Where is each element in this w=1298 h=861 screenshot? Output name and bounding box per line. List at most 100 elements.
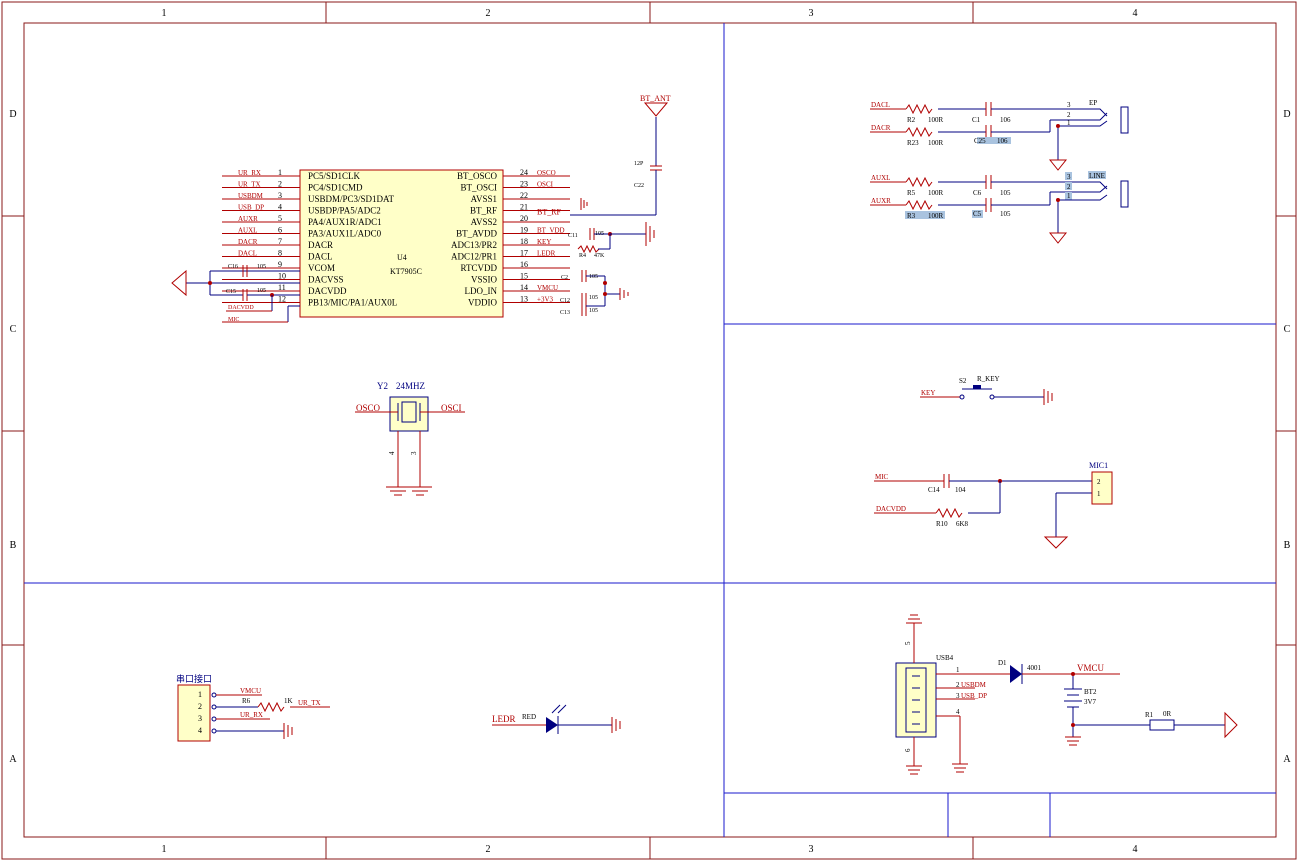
mic-pin-bot: 1 [1097,490,1101,498]
row-label: B [10,540,17,551]
diode-ref: D1 [998,659,1007,667]
pin-number: 13 [520,295,528,304]
ep-row-2-cap-ref: C25 [974,137,986,145]
pin-net-label: VMCU [537,284,558,292]
crystal-val: 24MHZ [396,381,425,391]
pin-number: 7 [278,237,282,246]
net-dacvdd-label: DACVDD [228,305,254,311]
crystal-y2: Y2 24MHZ OSCO OSCI 4 3 [355,381,465,496]
key-val: R_KEY [977,375,1000,383]
chip-right-pins: 24 BT_OSCO OSCO 23 BT_OSCI OSCI 22 AVSS1 21 BT_RF… [451,168,570,308]
line-row-1-pin: 3 [1067,173,1071,181]
col-label: 1 [162,8,167,19]
usb-pin-4: 4 [956,708,960,716]
usb-shield-top: 5 [904,641,912,645]
row-label: A [1283,754,1291,765]
key-net: KEY [921,389,935,397]
cap-c13-val: 105 [589,308,598,314]
ep-row-2-pin: 2 [1067,111,1071,119]
pin-number: 21 [520,203,528,212]
pin-name: VSSIO [471,275,498,285]
pin-name: BT_AVDD [456,229,497,239]
ep-row-1: DACL R2 100R C1 106 3 [870,101,1075,124]
uart-title: 串口接口 [176,673,212,684]
line-row-1-cap-val: 105 [1000,189,1011,197]
line-row-1-res-val: 100R [928,189,944,197]
pin-net-label: LEDR [537,250,556,258]
pin-net-label: BT_RF [537,208,562,217]
cap-c12-ref: C12 [560,298,570,304]
pin-number: 19 [520,226,528,235]
usb-pin-3: 3 [956,692,960,700]
pin-net-label: OSCI [537,181,554,189]
pin-name: PB13/MIC/PA1/AUX0L [308,298,397,308]
usb-ref: USB4 [936,654,954,662]
pin-number: 6 [278,226,282,235]
key-switch-s2: KEY S2 R_KEY [920,375,1053,405]
mic-conn-ref: MIC1 [1089,461,1108,470]
pin-number: 20 [520,214,528,223]
right-side-network: BT_ANT 12P C22 C11 105 R4 47K C2 105 C12… [560,94,671,316]
res-r4-val: 47K [594,253,605,259]
uart-pin-2: 2 [198,702,202,711]
usb-net-dm: USBDM [961,681,987,689]
cap-c13-ref: C13 [560,310,570,316]
line-row-2-cap-ref: C5 [973,210,982,218]
pin-name: VDDIO [468,298,497,308]
mic-bias-net: DACVDD [876,505,906,513]
line-row-1-net: AUXL [871,174,890,182]
line-row-1: AUXL R5 100R C6 105 3 [870,172,1075,197]
mic-cap-ref: C14 [928,486,940,494]
antenna-cap-val: 12P [634,161,644,167]
pin-name: PC5/SD1CLK [308,171,361,181]
pin-name: DACL [308,252,333,262]
pin-number: 12 [278,295,286,304]
pin-net-label: OSCO [537,169,556,177]
uart-connector: 串口接口 1 2 3 4 VMCU R6 1K UR_TX UR_RX [176,673,330,742]
row-label: D [1283,109,1290,120]
uart-res-ref: R6 [242,697,251,705]
row-label: A [9,754,17,765]
pin-name: BT_OSCO [457,171,498,181]
ep-row-2-res-val: 100R [928,139,944,147]
line-label: LINE [1089,172,1105,180]
chip-part: KT7905C [390,267,422,276]
uart-res-val: 1K [284,697,293,705]
pin-number: 9 [278,260,282,269]
pin-number: 3 [278,191,282,200]
pin-number: 16 [520,260,528,269]
cap-c12-val: 105 [589,295,598,301]
cap-c15-val: 105 [257,288,266,294]
col-label: 3 [809,8,814,19]
mic-res-ref: R10 [936,520,948,528]
col-label: 1 [162,844,167,855]
pin-name: BT_OSCI [460,183,497,193]
ep-row-1-net: DACL [871,101,890,109]
ep-row-2-res-ref: R23 [907,139,919,147]
pin-number: 4 [278,203,282,212]
line-row-2-net: AUXR [871,197,891,205]
ep-jack: 1 EP [1048,99,1129,171]
pin-net-label: UR_RX [238,169,261,177]
pin-number: 2 [278,180,282,189]
pin-name: VCOM [308,263,335,273]
ep-row-1-res-ref: R2 [907,116,916,124]
pin-name: DACR [308,240,333,250]
pin-name: USBDP/PA5/ADC2 [308,206,381,216]
uart-pin-4: 4 [198,726,202,735]
usb-net-dp: USB_DP [961,692,987,700]
pin-name: AVSS2 [471,217,497,227]
r1-ref: R1 [1145,711,1154,719]
ep-row-2-cap-val: 106 [997,137,1008,145]
r1-val: 0R [1163,710,1172,718]
line-row-2: AUXR R3 100R C5 105 2 [870,182,1075,220]
crystal-pin-b: 3 [410,451,418,455]
mic-pin-top: 2 [1097,478,1101,486]
usb-pin-2: 2 [956,681,960,689]
pin-name: LDO_IN [465,286,498,296]
pin-number: 5 [278,214,282,223]
pin-name: RTCVDD [461,263,498,273]
pin-number: 1 [278,168,282,177]
col-label: 2 [486,844,491,855]
pin-number: 17 [520,249,528,258]
